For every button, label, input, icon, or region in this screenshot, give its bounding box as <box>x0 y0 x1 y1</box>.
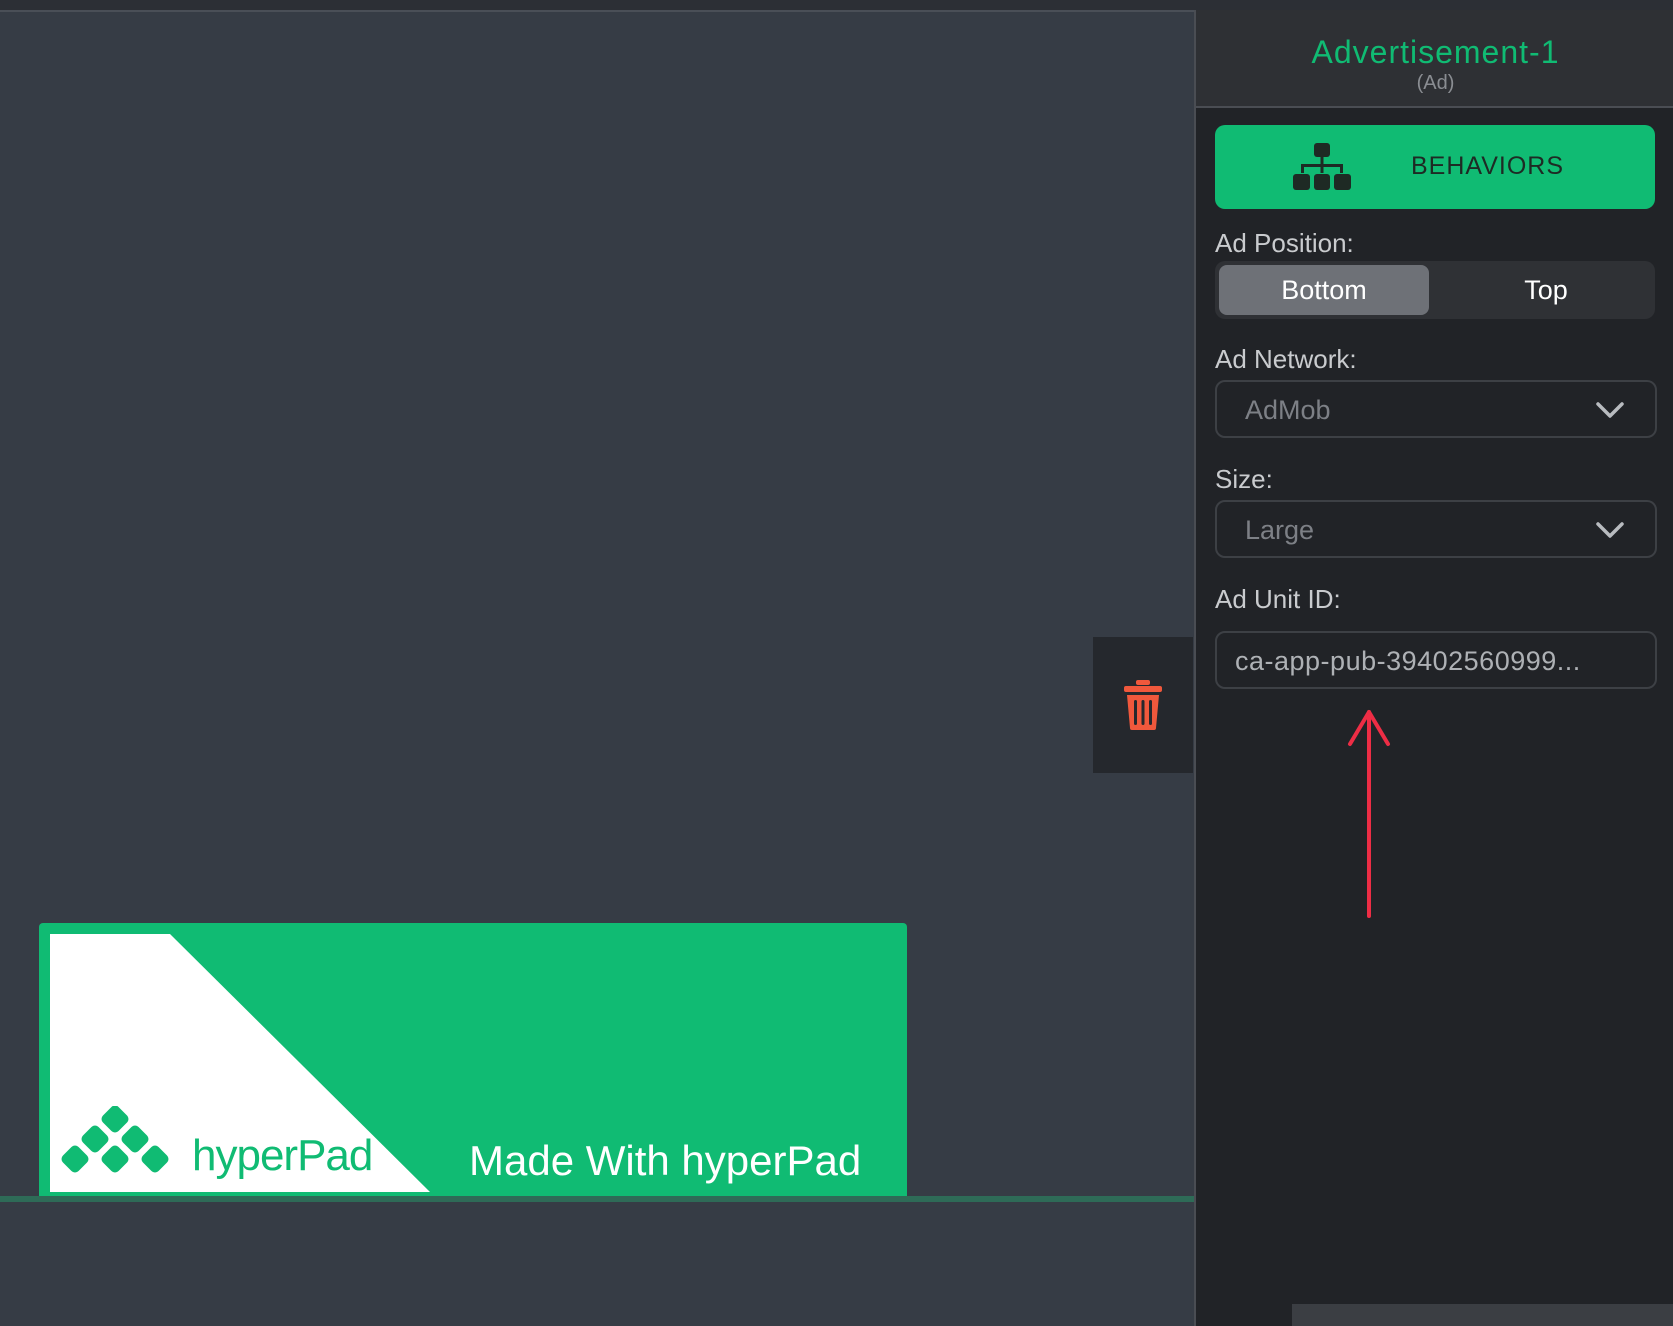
red-arrow-up <box>1348 710 1390 918</box>
size-dropdown[interactable]: Large <box>1215 500 1657 558</box>
object-name[interactable]: Advertisement-1 <box>1196 34 1673 71</box>
ad-network-label: Ad Network: <box>1215 344 1357 374</box>
size-label: Size: <box>1215 464 1273 494</box>
ad-position-bottom-option[interactable]: Bottom <box>1219 265 1429 315</box>
behaviors-label: BEHAVIORS <box>1411 152 1565 180</box>
inspector-header: Advertisement-1 (Ad) <box>1196 10 1673 108</box>
ad-unit-id-field[interactable]: ca-app-pub-39402560999... <box>1215 631 1657 689</box>
object-type: (Ad) <box>1416 72 1455 94</box>
behaviors-button[interactable]: BEHAVIORS <box>1215 125 1655 209</box>
logo-text-bold: Pad <box>297 1131 373 1180</box>
ad-bottom-guide-line <box>0 1196 1194 1202</box>
chevron-down-icon <box>1596 522 1624 538</box>
ad-position-label: Ad Position: <box>1215 228 1354 258</box>
ad-unit-id-value: ca-app-pub-39402560999... <box>1235 646 1581 676</box>
ad-network-value: AdMob <box>1245 395 1331 425</box>
ad-banner-preview[interactable]: hyperPad Made With hyperPad <box>39 923 907 1201</box>
inspector-panel: Advertisement-1 (Ad) BEHAVIORS Ad Positi… <box>1194 10 1673 1326</box>
hierarchy-icon <box>1293 143 1351 190</box>
delete-button[interactable] <box>1093 637 1193 773</box>
hyperpad-logo-text: hyperPad <box>192 1131 373 1181</box>
size-value: Large <box>1245 515 1315 545</box>
ad-tagline: Made With hyperPad <box>469 1137 862 1184</box>
hyperpad-logo-icon <box>61 1106 169 1173</box>
ad-network-dropdown[interactable]: AdMob <box>1215 380 1657 438</box>
logo-text-light: hyper <box>192 1131 298 1180</box>
horizontal-scrollbar[interactable] <box>1292 1304 1673 1326</box>
ad-unit-id-label: Ad Unit ID: <box>1215 584 1341 614</box>
trash-icon <box>1124 680 1162 730</box>
chevron-down-icon <box>1596 402 1624 418</box>
ad-position-segmented-control: Bottom Top <box>1215 261 1655 319</box>
ad-position-top-option[interactable]: Top <box>1441 265 1651 315</box>
